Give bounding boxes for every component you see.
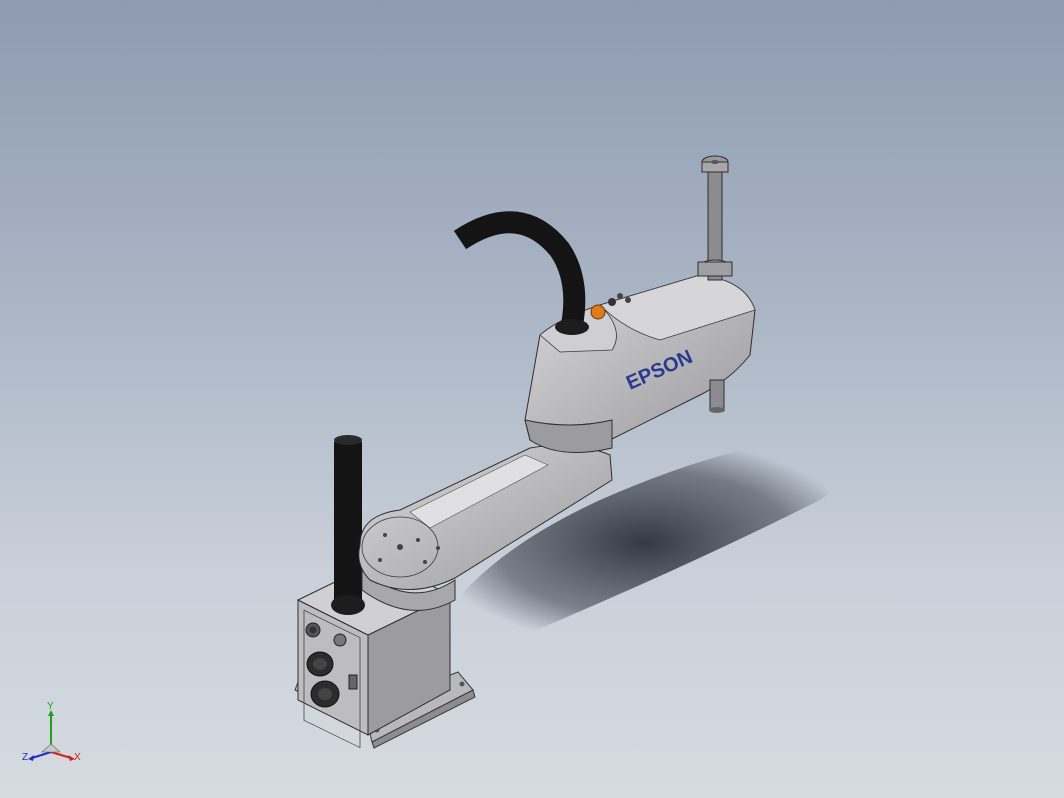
cad-viewport[interactable]: EPSON Y X Z xyxy=(0,0,1064,798)
y-axis-label: Y xyxy=(47,701,54,712)
z-axis-label: Z xyxy=(22,752,28,763)
connector-icon-2 xyxy=(617,293,623,299)
arm-2-housing[interactable]: EPSON xyxy=(524,274,756,453)
brake-release-button[interactable] xyxy=(590,304,606,320)
triad-origin xyxy=(41,743,61,753)
x-axis-label: X xyxy=(74,752,81,763)
z-axis-arrow xyxy=(28,755,34,761)
z-axis-line xyxy=(31,751,52,759)
robot-model[interactable]: EPSON xyxy=(0,0,1064,798)
view-orientation-triad[interactable]: Y X Z xyxy=(18,700,88,770)
connector-icon xyxy=(608,298,616,306)
connector-icon-3 xyxy=(625,297,631,303)
arm-cable xyxy=(453,211,589,335)
base-cable xyxy=(331,435,365,615)
